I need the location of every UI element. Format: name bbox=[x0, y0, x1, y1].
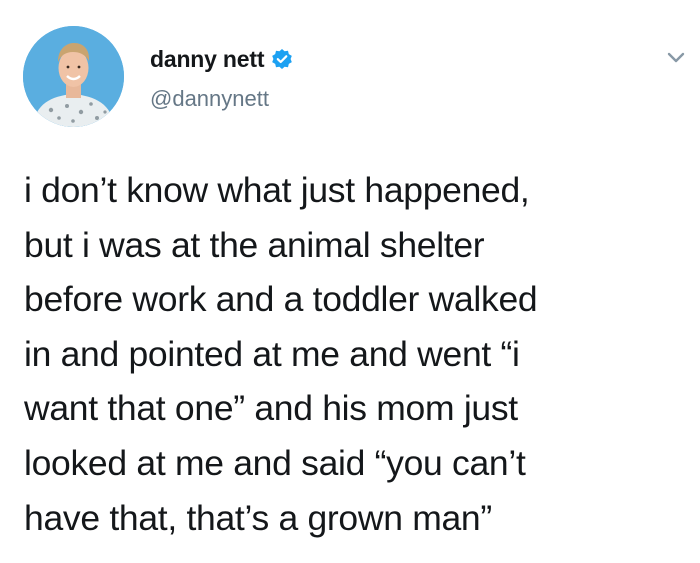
author-display-name[interactable]: danny nett bbox=[150, 46, 264, 73]
author-avatar[interactable] bbox=[23, 26, 124, 127]
verified-badge-icon bbox=[271, 48, 293, 70]
author-handle[interactable]: @dannynett bbox=[150, 86, 269, 112]
author-name-row: danny nett bbox=[150, 44, 293, 74]
avatar-image bbox=[23, 26, 124, 127]
chevron-down-icon[interactable] bbox=[665, 46, 687, 68]
tweet-text: i don’t know what just happened, but i w… bbox=[24, 170, 538, 538]
tweet-card: danny nett @dannynett i don’t know what … bbox=[0, 0, 700, 563]
